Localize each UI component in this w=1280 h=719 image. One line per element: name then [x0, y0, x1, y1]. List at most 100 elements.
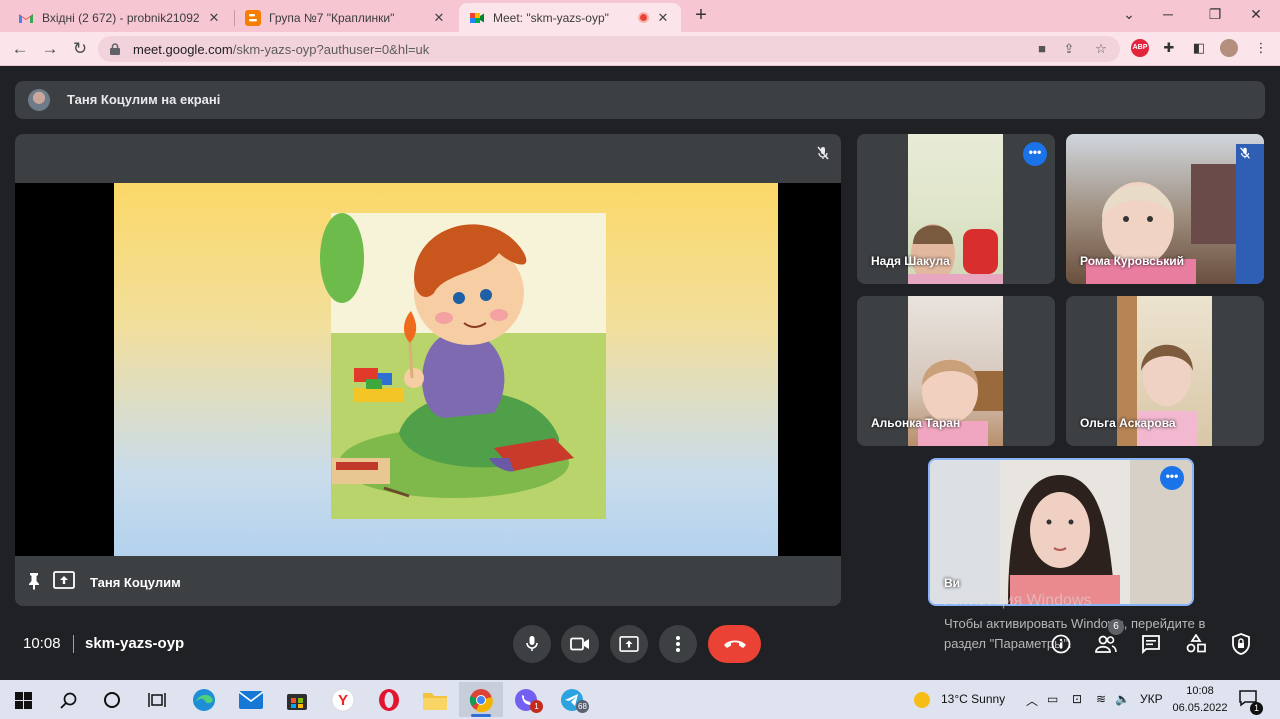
minimize-button[interactable]: ─ [1156, 4, 1180, 24]
meeting-code: skm-yazs-oyp [85, 635, 185, 652]
windows-activation-title: Активация Windows [944, 592, 1092, 609]
host-controls-icon[interactable] [1229, 632, 1253, 656]
url-field[interactable]: meet.google.com/skm-yazs-oyp?authuser=0&… [98, 36, 1120, 62]
close-icon[interactable]: ✕ [206, 10, 222, 26]
forward-button[interactable]: → [38, 38, 62, 60]
new-tab-button[interactable]: + [690, 4, 712, 26]
maximize-button[interactable]: ❐ [1203, 4, 1227, 24]
back-button[interactable]: ← [8, 38, 32, 60]
self-name: Ви [944, 576, 961, 590]
participant-name: Надя Шакула [871, 254, 950, 268]
viber-icon[interactable]: 1 [512, 686, 543, 714]
network-icon[interactable]: ⊡ [1072, 692, 1082, 706]
end-call-icon [723, 640, 746, 648]
participant-name: Альонка Таран [871, 416, 961, 430]
slide-illustration-boy-with-matches [320, 213, 606, 519]
people-count-badge: 6 [1108, 619, 1124, 635]
share-icon[interactable]: ⇪ [1060, 40, 1078, 58]
star-icon[interactable]: ☆ [1092, 40, 1110, 58]
tab-gmail[interactable]: Вхідні (2 672) - probnik21092018 ✕ [8, 3, 232, 32]
close-icon[interactable]: ✕ [431, 10, 447, 26]
tab-blogger[interactable]: Група №7 "Краплинки" ✕ [235, 3, 457, 32]
sidebar-icon[interactable]: ◧ [1190, 39, 1208, 57]
tab-title: Meet: "skm-yazs-oyp" [493, 10, 609, 25]
task-view-icon[interactable] [143, 686, 171, 714]
speaking-indicator-icon: ••• [1023, 142, 1047, 166]
gmail-icon [18, 10, 34, 26]
participant-tile[interactable]: Рома Куровський [1066, 134, 1264, 284]
close-icon[interactable]: ✕ [655, 10, 671, 26]
puzzle-icon[interactable]: ✚ [1160, 39, 1178, 57]
language-indicator[interactable]: УКР [1140, 692, 1163, 706]
url-text: meet.google.com/skm-yazs-oyp?authuser=0&… [133, 42, 429, 57]
tab-strip: Вхідні (2 672) - probnik21092018 ✕ Група… [0, 0, 1280, 32]
people-icon[interactable] [1094, 632, 1118, 656]
address-bar-row: ← → ↻ meet.google.com/skm-yazs-oyp?authu… [0, 32, 1280, 66]
start-button[interactable] [9, 686, 37, 714]
participant-tile[interactable]: ••• Надя Шакула [857, 134, 1055, 284]
weather-sun-icon[interactable] [908, 686, 936, 714]
wifi-icon[interactable]: ≋ [1096, 692, 1106, 706]
store-icon[interactable] [283, 686, 311, 714]
recording-indicator-icon [638, 12, 649, 23]
weather-text[interactable]: 13°C Sunny [941, 692, 1005, 706]
presentation-stage[interactable]: Таня Коцулим [15, 134, 841, 606]
battery-icon[interactable]: ▭ [1047, 692, 1058, 706]
telegram-icon[interactable]: 68 [558, 686, 589, 714]
stage-footer: Таня Коцулим [15, 556, 841, 606]
participant-name: Рома Куровський [1080, 254, 1184, 268]
mic-button[interactable] [513, 625, 551, 663]
presentation-slide [114, 183, 778, 556]
yandex-browser-icon[interactable]: Y [329, 686, 357, 714]
participant-tile[interactable]: Ольга Аскарова [1066, 296, 1264, 446]
present-button[interactable] [610, 625, 648, 663]
mic-off-icon [815, 145, 831, 166]
profile-avatar[interactable] [1220, 39, 1238, 57]
adblock-icon[interactable]: ABP [1131, 39, 1149, 57]
taskbar-date: 06.05.2022 [1172, 702, 1228, 714]
lock-icon[interactable] [110, 42, 120, 55]
active-app-indicator [471, 714, 491, 717]
activities-icon[interactable] [1184, 632, 1208, 656]
edge-icon[interactable] [190, 686, 218, 714]
mic-icon [526, 636, 538, 651]
mail-icon[interactable] [237, 686, 265, 714]
shared-screen [15, 183, 841, 556]
pin-icon[interactable] [27, 572, 41, 595]
opera-icon[interactable] [375, 686, 403, 714]
search-icon[interactable] [54, 686, 82, 714]
windows-taskbar: Y 1 68 13°C Sunny ︿ ▭ ⊡ ≋ 🔈 УКР 1 [0, 680, 1280, 719]
tab-title: Група №7 "Краплинки" [269, 10, 395, 25]
camera-button[interactable] [561, 625, 599, 663]
google-meet-icon [469, 10, 485, 26]
menu-icon[interactable]: ⋮ [1252, 39, 1270, 57]
svg-text:Y: Y [338, 692, 348, 709]
presenter-name: Таня Коцулим [90, 575, 181, 590]
chevron-up-icon[interactable]: ︿ [1026, 692, 1038, 709]
chat-icon[interactable] [1139, 632, 1163, 656]
close-window-button[interactable]: ✕ [1244, 4, 1268, 24]
camera-icon[interactable]: ■ [1033, 40, 1051, 58]
taskbar-clock[interactable]: 10:08 06.05.2022 [1172, 683, 1228, 717]
more-options-button[interactable] [659, 625, 697, 663]
self-video [930, 460, 1192, 604]
tab-meet[interactable]: Meet: "skm-yazs-oyp" ✕ [459, 3, 681, 32]
presentation-banner: Таня Коцулим на екрані [15, 81, 1265, 119]
notification-badge: 1 [1250, 702, 1263, 715]
present-icon [619, 636, 639, 652]
viber-badge: 1 [530, 700, 543, 713]
chrome-icon[interactable] [459, 682, 503, 717]
file-explorer-icon[interactable] [421, 686, 449, 714]
present-screen-icon [53, 571, 75, 594]
tab-search-icon[interactable]: ⌄ [1117, 4, 1141, 24]
more-options-icon[interactable]: ••• [1160, 466, 1184, 490]
reload-button[interactable]: ↻ [68, 38, 92, 60]
info-icon[interactable] [1049, 632, 1073, 656]
divider [73, 635, 74, 653]
participant-tile[interactable]: Альонка Таран [857, 296, 1055, 446]
camera-icon [570, 637, 589, 651]
end-call-button[interactable] [708, 625, 761, 663]
cortana-icon[interactable] [98, 686, 126, 714]
self-view-tile[interactable]: ••• Ви [928, 458, 1194, 606]
volume-icon[interactable]: 🔈 [1115, 692, 1130, 706]
